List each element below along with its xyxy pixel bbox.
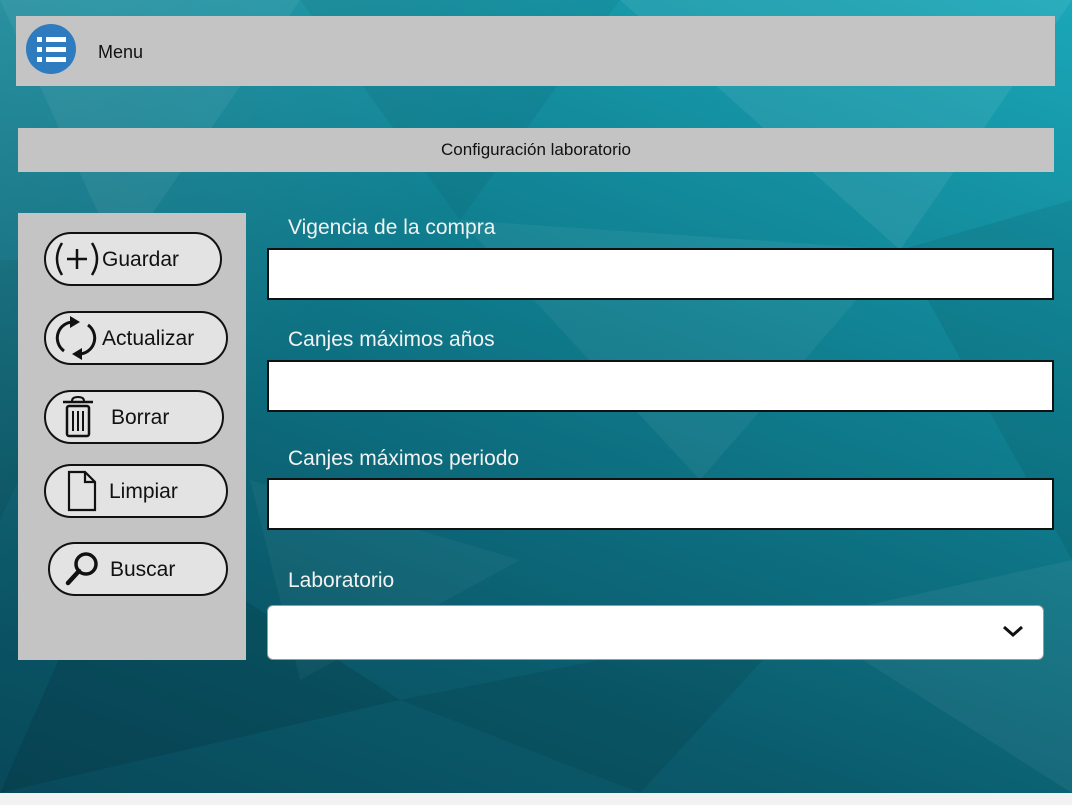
list-icon[interactable] [26,24,76,74]
vigencia-label: Vigencia de la compra [288,216,496,239]
canjes-periodo-input[interactable] [267,478,1054,530]
menu-label: Menu [98,42,144,62]
document-icon [67,470,97,512]
refresh-icon [55,316,97,360]
delete-button[interactable]: Borrar [44,390,224,444]
canjes-anios-label: Canjes máximos años [288,328,495,351]
refresh-button[interactable]: Actualizar [44,311,228,365]
laboratorio-label: Laboratorio [288,569,395,592]
add-circle-icon [55,242,99,276]
trash-icon [63,395,93,438]
canjes-periodo-label: Canjes máximos periodo [288,447,520,470]
clear-button[interactable]: Limpiar [44,464,228,518]
save-button[interactable]: Guardar [44,232,222,286]
laboratorio-select[interactable] [267,605,1044,660]
search-icon [65,552,98,586]
bottom-strip [0,793,1072,805]
section-title: Configuración laboratorio [18,128,1054,172]
action-sidebar: Guardar Actualizar Borrar Limpiar Buscar [18,213,246,660]
top-menu-bar: Menu [16,16,1055,86]
vigencia-input[interactable] [267,248,1054,300]
clear-label: Limpiar [109,480,178,503]
save-label: Guardar [102,248,180,271]
delete-label: Borrar [111,406,170,429]
canjes-anios-input[interactable] [267,360,1054,412]
chevron-down-icon [1003,625,1023,638]
search-button[interactable]: Buscar [48,542,228,596]
search-label: Buscar [110,558,176,581]
refresh-label: Actualizar [102,327,195,350]
